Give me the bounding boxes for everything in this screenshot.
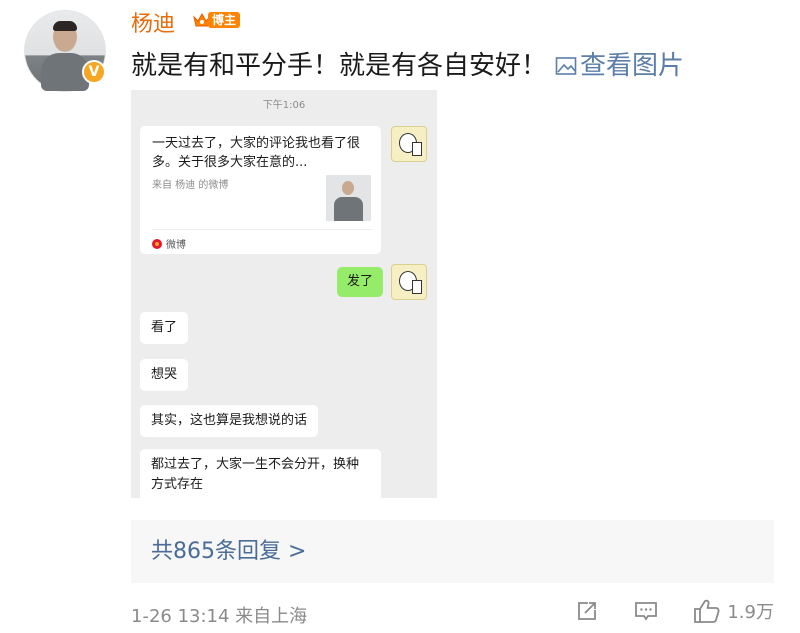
view-image-label[interactable]: 查看图片 <box>580 51 684 81</box>
card-footer-label: 微博 <box>166 240 186 251</box>
like-icon <box>694 599 720 623</box>
weibo-logo-icon <box>152 238 162 249</box>
comment-button[interactable] <box>633 599 659 623</box>
received-message-bubble: 其实，这也算是我想说的话 <box>140 405 319 437</box>
sent-message-bubble: 发了 <box>336 267 383 297</box>
comment-icon <box>635 602 658 621</box>
card-footer: 微博 <box>152 236 186 251</box>
chat-avatar-sender <box>391 264 427 300</box>
chat-screenshot[interactable]: 下午1:06 一天过去了，大家的评论我也看了很多。关于很多大家在意的... 来自… <box>131 90 437 498</box>
chat-timestamp: 下午1:06 <box>262 100 306 111</box>
shared-weibo-card: 一天过去了，大家的评论我也看了很多。关于很多大家在意的... 来自 杨迪 的微博… <box>140 126 381 254</box>
view-image-link[interactable]: 查看图片 <box>555 51 684 81</box>
badge-label: 博主 <box>208 12 241 28</box>
repost-button[interactable] <box>575 599 599 623</box>
received-message-bubble: 都过去了，大家一生不会分开，换种方式存在 <box>140 449 381 498</box>
post-text: 就是有和平分手！就是有各自安好！ <box>131 51 548 81</box>
post-content: 就是有和平分手！就是有各自安好！ 查看图片 <box>131 45 684 82</box>
received-message-bubble: 想哭 <box>140 359 189 391</box>
blogger-badge: 博主 <box>192 10 241 30</box>
repost-icon <box>578 602 597 620</box>
author-name[interactable]: 杨迪 <box>131 6 175 38</box>
card-title: 一天过去了，大家的评论我也看了很多。关于很多大家在意的... <box>152 136 361 170</box>
card-thumbnail <box>326 175 371 221</box>
like-button[interactable]: 1.9万 <box>693 598 774 624</box>
post-meta: 1-26 13:14 来自上海 <box>131 606 308 627</box>
image-icon <box>555 57 577 75</box>
like-count: 1.9万 <box>727 602 774 623</box>
replies-link[interactable]: 共865条回复 > <box>131 520 774 583</box>
action-bar: 1.9万 <box>575 598 774 624</box>
verified-icon: V <box>82 60 106 84</box>
card-divider <box>152 229 373 230</box>
card-source: 来自 杨迪 的微博 <box>152 180 229 191</box>
received-message-bubble: 看了 <box>140 312 189 344</box>
chat-avatar-sender <box>391 126 427 162</box>
